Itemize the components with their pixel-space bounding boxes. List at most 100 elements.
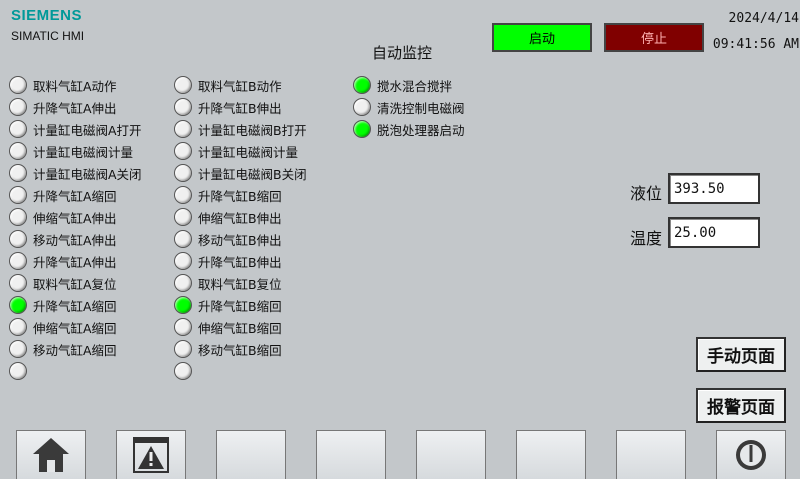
function-key-8[interactable]: [716, 430, 786, 479]
function-key-6[interactable]: [516, 430, 586, 479]
status-label: 清洗控制电磁阀: [377, 100, 465, 116]
function-key-2[interactable]: [116, 430, 186, 479]
status-row: 计量缸电磁阀计量: [9, 140, 142, 162]
status-label: 升降气缸B伸出: [198, 254, 282, 270]
status-label: 计量缸电磁阀A关闭: [33, 166, 142, 182]
status-label: 移动气缸B伸出: [198, 232, 282, 248]
date-display: 2024/4/14: [728, 11, 799, 26]
function-key-7[interactable]: [616, 430, 686, 479]
status-label: 伸缩气缸B伸出: [198, 210, 282, 226]
status-label: 移动气缸A伸出: [33, 232, 117, 248]
status-row: 伸缩气缸B伸出: [174, 206, 307, 228]
function-key-3[interactable]: [216, 430, 286, 479]
alarm-page-button[interactable]: 报警页面: [696, 388, 786, 423]
status-label: 搅水混合搅拌: [377, 78, 453, 94]
status-row: 升降气缸B伸出: [174, 250, 307, 272]
status-row: 脱泡处理器启动: [353, 118, 465, 140]
page-title: 自动监控: [372, 44, 433, 62]
clock: 2024/4/14 09:41:56 AM: [705, 6, 800, 58]
status-row: 移动气缸A伸出: [9, 228, 142, 250]
status-row: 升降气缸A伸出: [9, 96, 142, 118]
status-label: 取料气缸A复位: [33, 276, 117, 292]
alarm-warning-icon: [133, 437, 169, 473]
home-icon: [33, 438, 69, 472]
status-lamp-off: [9, 142, 27, 160]
status-label: 升降气缸A缩回: [33, 188, 117, 204]
status-label: 脱泡处理器启动: [377, 122, 465, 138]
function-key-4[interactable]: [316, 430, 386, 479]
status-row: 计量缸电磁阀B关闭: [174, 162, 307, 184]
status-lamp-off: [9, 76, 27, 94]
stop-button[interactable]: 停止: [604, 23, 704, 52]
status-row: 升降气缸B缩回: [174, 184, 307, 206]
status-column-a: 取料气缸A动作 升降气缸A伸出 计量缸电磁阀A打开 计量缸电磁阀计量 计量缸电磁阀A关闭…: [9, 74, 142, 382]
status-lamp-off: [9, 98, 27, 116]
status-label: 取料气缸A动作: [33, 78, 117, 94]
status-lamp-off: [174, 208, 192, 226]
status-row: 升降气缸A缩回: [9, 184, 142, 206]
manual-page-button[interactable]: 手动页面: [696, 337, 786, 372]
status-label: 升降气缸A伸出: [33, 254, 117, 270]
product-name: SIMATIC HMI: [11, 29, 85, 43]
status-row: 伸缩气缸A伸出: [9, 206, 142, 228]
status-lamp-off: [174, 142, 192, 160]
status-lamp-off: [174, 318, 192, 336]
status-label: 升降气缸B缩回: [198, 298, 282, 314]
status-lamp-off: [174, 186, 192, 204]
status-lamp-off: [9, 252, 27, 270]
status-row: 升降气缸B缩回: [174, 294, 307, 316]
status-row: 取料气缸A动作: [9, 74, 142, 96]
status-lamp-on: [353, 76, 371, 94]
function-key-5[interactable]: [416, 430, 486, 479]
level-label: 液位: [630, 184, 663, 203]
status-row: 移动气缸B缩回: [174, 338, 307, 360]
status-row: 计量缸电磁阀计量: [174, 140, 307, 162]
status-label: 升降气缸B伸出: [198, 100, 282, 116]
function-key-1[interactable]: [16, 430, 86, 479]
status-lamp-off: [9, 230, 27, 248]
status-row: 升降气缸B伸出: [174, 96, 307, 118]
brand-logo: SIEMENS: [11, 7, 83, 24]
status-row: 计量缸电磁阀A关闭: [9, 162, 142, 184]
level-field[interactable]: 393.50: [668, 173, 760, 204]
status-lamp-on: [353, 120, 371, 138]
status-row: 搅水混合搅拌: [353, 74, 465, 96]
status-label: 升降气缸A伸出: [33, 100, 117, 116]
status-label: 伸缩气缸A伸出: [33, 210, 117, 226]
status-row: 伸缩气缸A缩回: [9, 316, 142, 338]
status-column-b: 取料气缸B动作 升降气缸B伸出 计量缸电磁阀B打开 计量缸电磁阀计量 计量缸电磁阀B关闭…: [174, 74, 307, 382]
status-lamp-off: [174, 252, 192, 270]
status-row: 计量缸电磁阀A打开: [9, 118, 142, 140]
temperature-label: 温度: [630, 229, 663, 248]
status-row: 升降气缸A缩回: [9, 294, 142, 316]
status-row: [9, 360, 142, 382]
temperature-field[interactable]: 25.00: [668, 217, 760, 248]
status-label: 伸缩气缸B缩回: [198, 320, 282, 336]
status-label: 取料气缸B复位: [198, 276, 282, 292]
status-lamp-off: [9, 274, 27, 292]
status-lamp-off: [174, 274, 192, 292]
status-lamp-off: [9, 208, 27, 226]
status-row: 移动气缸B伸出: [174, 228, 307, 250]
status-lamp-off: [174, 164, 192, 182]
status-label: 移动气缸B缩回: [198, 342, 282, 358]
status-lamp-off: [174, 230, 192, 248]
status-lamp-off: [9, 340, 27, 358]
start-button[interactable]: 启动: [492, 23, 592, 52]
status-label: 计量缸电磁阀计量: [198, 144, 299, 160]
power-icon: [736, 440, 766, 470]
status-row: 伸缩气缸B缩回: [174, 316, 307, 338]
status-lamp-off: [9, 362, 27, 380]
status-row: 取料气缸B复位: [174, 272, 307, 294]
status-lamp-off: [174, 340, 192, 358]
status-lamp-off: [9, 186, 27, 204]
status-label: 升降气缸B缩回: [198, 188, 282, 204]
status-label: 移动气缸A缩回: [33, 342, 117, 358]
status-label: 计量缸电磁阀B打开: [198, 122, 307, 138]
status-row: 升降气缸A伸出: [9, 250, 142, 272]
status-lamp-on: [9, 296, 27, 314]
status-row: 移动气缸A缩回: [9, 338, 142, 360]
status-column-process: 搅水混合搅拌 清洗控制电磁阀 脱泡处理器启动: [353, 74, 465, 140]
status-row: 计量缸电磁阀B打开: [174, 118, 307, 140]
status-label: 计量缸电磁阀B关闭: [198, 166, 307, 182]
